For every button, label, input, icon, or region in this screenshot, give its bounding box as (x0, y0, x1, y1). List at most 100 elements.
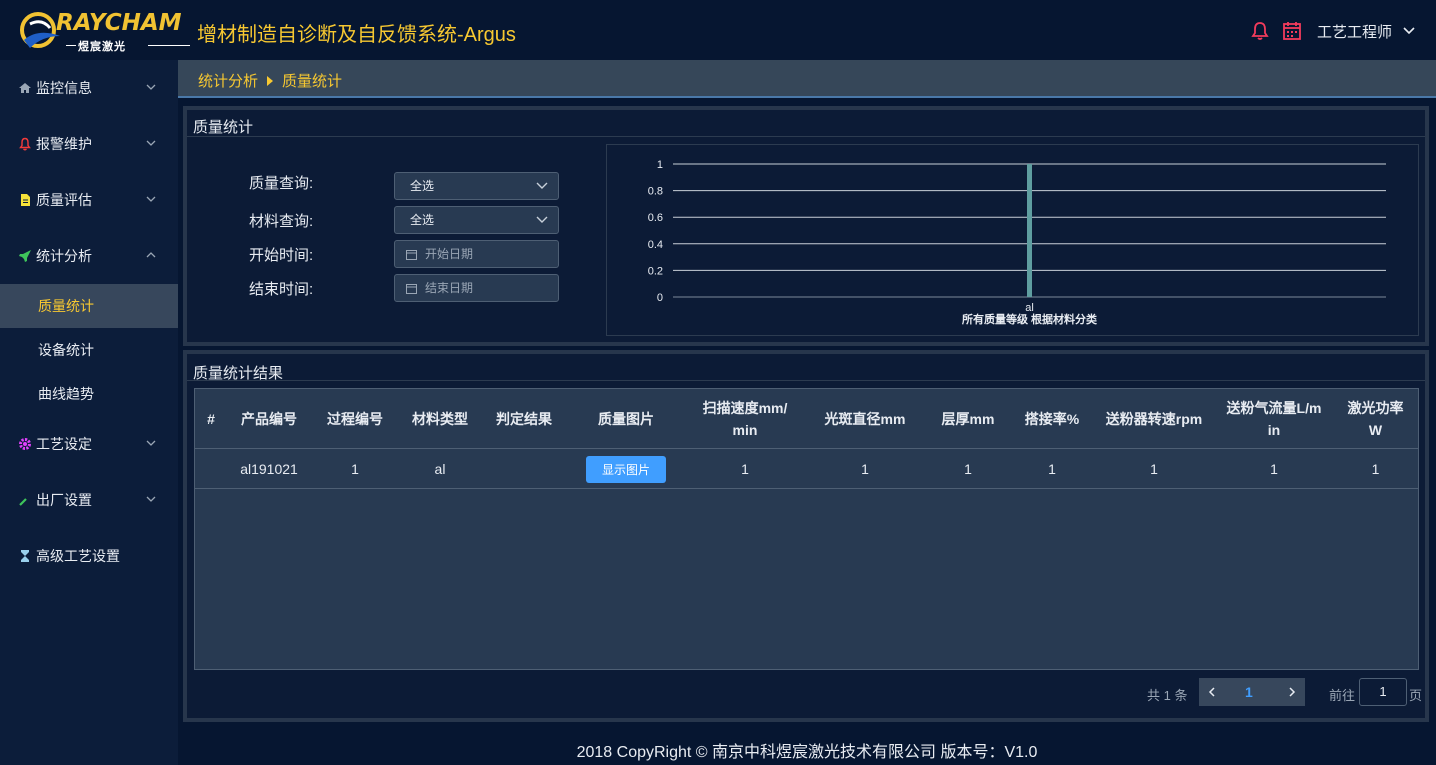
column-header: 层厚mm (941, 411, 995, 427)
y-tick-label: 0.2 (648, 265, 663, 277)
sidebar-item-process-settings[interactable]: 工艺设定 (0, 416, 178, 472)
pagination-goto-input[interactable]: 1 (1359, 678, 1407, 706)
sidebar-item-alarm[interactable]: 报警维护 (0, 116, 178, 172)
y-tick-label: 0.4 (648, 239, 663, 251)
material-query-select[interactable]: 全选 (394, 206, 559, 234)
column-header: 质量图片 (598, 411, 654, 427)
chevron-right-icon[interactable] (1287, 687, 1297, 697)
cell-feeder-rpm: 1 (1150, 461, 1158, 477)
end-date-placeholder: 结束日期 (425, 281, 474, 295)
pagination-total: 共 1 条 (1147, 688, 1188, 703)
end-date-input[interactable]: 结束日期 (394, 274, 559, 302)
cell-result (481, 449, 567, 489)
breadcrumb: 统计分析 质量统计 (198, 70, 342, 91)
column-header: 送粉器转速rpm (1105, 411, 1203, 427)
wrench-icon (19, 498, 27, 506)
top-header: RAYCHAM 煜宸激光 增材制造自诊断及自反馈系统-Argus 工艺工程师 (0, 0, 1436, 60)
pagination-current-page[interactable]: 1 (1245, 684, 1253, 700)
logo-divider-right (148, 45, 190, 46)
sidebar-item-factory-settings[interactable]: 出厂设置 (0, 472, 178, 528)
raycham-logo: RAYCHAM 煜宸激光 (20, 8, 195, 54)
panel-title: 质量统计 (193, 119, 254, 136)
sidebar-item-statistics[interactable]: 统计分析 (0, 228, 178, 284)
breadcrumb-bar: 统计分析 质量统计 (178, 60, 1436, 98)
start-date-input[interactable]: 开始日期 (394, 240, 559, 268)
breadcrumb-parent[interactable]: 统计分析 (198, 70, 258, 91)
sidebar-item-quality-eval[interactable]: 质量评估 (0, 172, 178, 228)
pagination-page-unit: 页 (1409, 688, 1423, 703)
y-tick-label: 0 (657, 292, 663, 304)
caret-right-icon (267, 75, 274, 86)
chevron-left-icon[interactable] (1207, 687, 1217, 697)
sidebar-subitem-curve-trend[interactable]: 曲线趋势 (0, 372, 178, 416)
chevron-down-icon[interactable] (1402, 24, 1416, 38)
select-value: 全选 (410, 213, 435, 227)
result-table: # 产品编号 过程编号 材料类型 判定结果 质量图片 扫描速度mm/ min 光斑直径mm 层厚… (194, 388, 1419, 670)
bell-icon[interactable] (1249, 20, 1271, 42)
cell-image: 显示图片 (567, 449, 685, 489)
cell-spot-diameter: 1 (861, 461, 869, 477)
chevron-down-icon (146, 440, 156, 446)
calendar-icon[interactable] (1281, 20, 1303, 42)
start-date-placeholder: 开始日期 (425, 247, 474, 261)
end-time-label: 结束时间: (249, 281, 314, 298)
logo-divider-left (66, 45, 76, 46)
column-header: 送粉气流量L/m in (1226, 400, 1322, 438)
cell-product-no: al191021 (240, 461, 298, 477)
panel-divider (187, 136, 1425, 137)
quality-query-select[interactable]: 全选 (394, 172, 559, 200)
select-value: 全选 (410, 179, 435, 193)
cell-layer-thickness: 1 (964, 461, 972, 477)
sidebar-item-label: 质量评估 (36, 192, 92, 208)
bell-icon (19, 137, 31, 151)
calendar-icon (406, 284, 417, 294)
sidebar-item-label: 报警维护 (36, 136, 92, 152)
column-header: # (207, 411, 215, 427)
y-tick-label: 0.6 (648, 212, 663, 224)
hourglass-icon (21, 550, 29, 562)
chevron-up-icon (146, 252, 156, 258)
start-time-label: 开始时间: (249, 247, 314, 264)
y-tick-label: 1 (657, 159, 663, 171)
breadcrumb-current: 质量统计 (282, 73, 343, 90)
column-header: 光斑直径mm (824, 411, 906, 427)
column-header: 搭接率% (1024, 411, 1080, 427)
sidebar: 监控信息 报警维护 质量评估 统计分析 质量统计 设备统计 曲线趋势 工艺设定 … (0, 60, 178, 765)
quality-stats-panel: 质量统计 质量查询: 全选 材料查询: 全选 开始时间: 开始日期 结束时间: … (183, 106, 1429, 346)
x-tick-label: al (1025, 302, 1034, 314)
cell-gas-flow: 1 (1270, 461, 1278, 477)
document-icon (21, 194, 30, 206)
footer-copyright: 2018 CopyRight © 南京中科煜宸激光技术有限公司 版本号：V1.0 (576, 744, 1038, 761)
cell-overlap: 1 (1048, 461, 1056, 477)
quality-result-panel: 质量统计结果 # 产品编号 过程编号 材料类型 判定结果 质量图片 扫描速度mm/ min 光… (183, 350, 1429, 722)
logo-brand-text: RAYCHAM (56, 10, 182, 36)
show-image-button[interactable]: 显示图片 (586, 455, 666, 483)
table-header: # 产品编号 过程编号 材料类型 判定结果 质量图片 扫描速度mm/ min 光斑直径mm 层厚… (195, 389, 1418, 449)
y-tick-label: 0.8 (648, 186, 663, 198)
cog-icon (19, 438, 31, 450)
quality-chart: 0 0.2 0.4 0.6 0.8 1 al 所有质量等级 根据材料分类 (606, 144, 1419, 336)
cell-laser-power: 1 (1371, 461, 1380, 477)
quality-bar-chart: 0 0.2 0.4 0.6 0.8 1 al所有质量等级 根据材料分类 (648, 159, 1386, 326)
column-header: 扫描速度mm/ min (702, 400, 788, 438)
column-header: 产品编号 (241, 411, 297, 427)
sidebar-item-advanced-process[interactable]: 高级工艺设置 (0, 528, 178, 584)
chevron-down-icon (146, 84, 156, 90)
column-header: 材料类型 (412, 411, 468, 427)
pagination-pages: 1 (1199, 678, 1305, 706)
column-header: 判定结果 (496, 411, 552, 427)
app-title: 增材制造自诊断及自反馈系统-Argus (197, 24, 516, 46)
chevron-down-icon (146, 140, 156, 146)
calendar-icon (406, 250, 417, 260)
sidebar-subitem-device-stats[interactable]: 设备统计 (0, 328, 178, 372)
bar-al (1027, 164, 1032, 297)
user-menu[interactable]: 工艺工程师 (1317, 21, 1392, 42)
column-header: 激光功率 W (1347, 400, 1404, 438)
sidebar-item-label: 工艺设定 (36, 436, 92, 452)
table-row[interactable]: al191021 1 al 显示图片 1 1 1 1 1 1 1 (195, 449, 1418, 489)
logo-sub-text: 煜宸激光 (78, 41, 126, 53)
header-actions: 工艺工程师 (1249, 20, 1416, 42)
sidebar-item-label: 统计分析 (36, 248, 92, 264)
sidebar-item-monitor[interactable]: 监控信息 (0, 60, 178, 116)
sidebar-subitem-quality-stats[interactable]: 质量统计 (0, 284, 178, 328)
